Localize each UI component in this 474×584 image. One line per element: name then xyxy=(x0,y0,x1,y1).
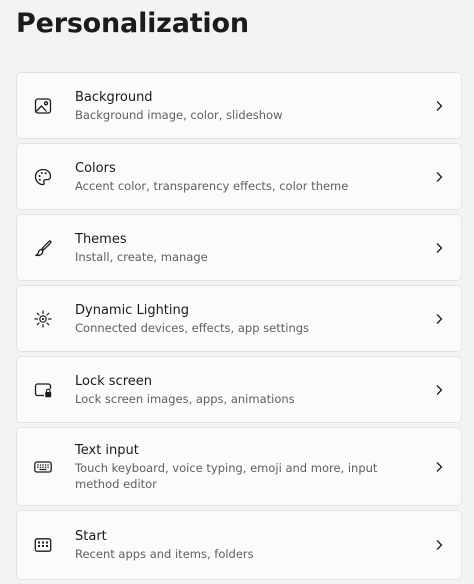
setting-text: Themes Install, create, manage xyxy=(75,231,433,265)
setting-title: Start xyxy=(75,529,107,544)
setting-lock-screen[interactable]: Lock screen Lock screen images, apps, an… xyxy=(16,356,462,423)
brush-icon xyxy=(31,236,55,260)
setting-title: Background xyxy=(75,89,153,105)
setting-text: Text input Touch keyboard, voice typing,… xyxy=(75,442,433,492)
setting-title: Themes xyxy=(75,231,127,247)
start-icon xyxy=(31,533,55,557)
setting-text: Dynamic Lighting Connected devices, effe… xyxy=(75,302,433,336)
setting-title: Dynamic Lighting xyxy=(75,302,190,318)
chevron-right-icon xyxy=(433,461,445,473)
chevron-right-icon xyxy=(433,242,445,254)
setting-description: Connected devices, effects, app settings xyxy=(75,320,310,335)
chevron-right-icon xyxy=(433,539,445,551)
setting-title: Colors xyxy=(75,160,116,176)
setting-description: Background image, color, slideshow xyxy=(75,107,283,122)
setting-title: Lock screen xyxy=(75,373,152,389)
page-title: Personalization xyxy=(16,8,249,39)
setting-description: Accent color, transparency effects, colo… xyxy=(75,178,349,193)
setting-dynamic-lighting[interactable]: Dynamic Lighting Connected devices, effe… xyxy=(16,285,462,352)
keyboard-icon xyxy=(31,455,55,479)
setting-text: Start Recent apps and items, folders xyxy=(75,528,433,562)
setting-text: Background Background image, color, slid… xyxy=(75,89,433,123)
palette-icon xyxy=(31,165,55,189)
setting-start[interactable]: Start Recent apps and items, folders xyxy=(16,510,462,580)
setting-colors[interactable]: Colors Accent color, transparency effect… xyxy=(16,143,462,210)
lighting-icon xyxy=(31,307,55,331)
setting-description: Install, create, manage xyxy=(75,249,208,264)
setting-description: Lock screen images, apps, animations xyxy=(75,391,295,406)
setting-background[interactable]: Background Background image, color, slid… xyxy=(16,72,462,139)
chevron-right-icon xyxy=(433,171,445,183)
chevron-right-icon xyxy=(433,100,445,112)
chevron-right-icon xyxy=(433,313,445,325)
settings-list: Background Background image, color, slid… xyxy=(16,72,462,584)
setting-text: Colors Accent color, transparency effect… xyxy=(75,160,433,194)
image-icon xyxy=(31,94,55,118)
setting-description: Recent apps and items, folders xyxy=(75,547,254,561)
setting-text: Lock screen Lock screen images, apps, an… xyxy=(75,373,433,407)
chevron-right-icon xyxy=(433,384,445,396)
lock-screen-icon xyxy=(31,378,55,402)
setting-title: Text input xyxy=(75,442,139,458)
setting-text-input[interactable]: Text input Touch keyboard, voice typing,… xyxy=(16,427,462,506)
setting-themes[interactable]: Themes Install, create, manage xyxy=(16,214,462,281)
setting-description: Touch keyboard, voice typing, emoji and … xyxy=(75,460,378,491)
